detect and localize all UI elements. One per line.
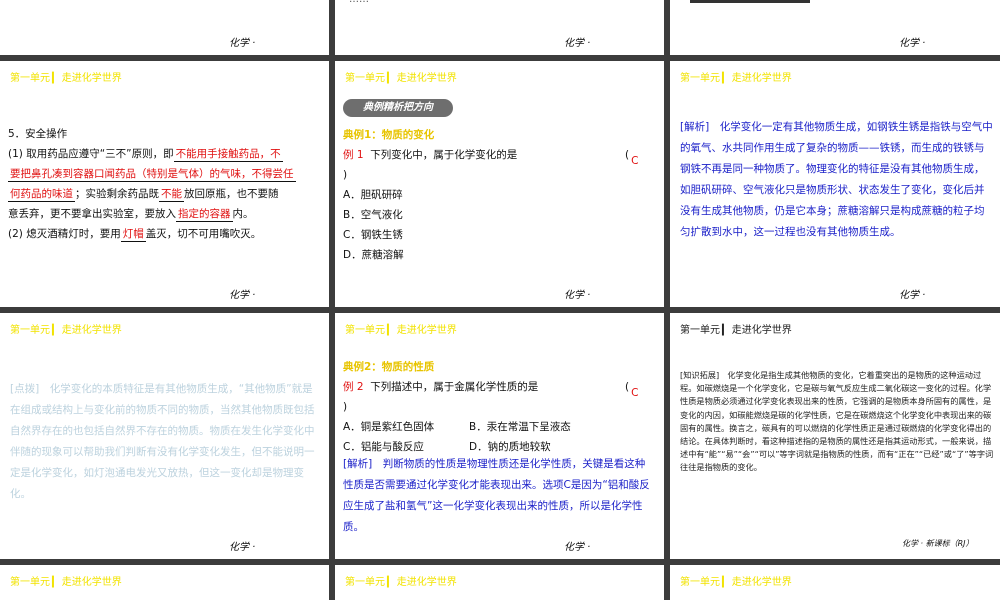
slide-analysis-1: 第一单元 ▎ 走进化学世界 [解析] 化学变化一定有其他物质生成，如钢铁生锈是指铁与… xyxy=(670,61,1000,307)
example-1-title: 典例1：物质的变化 xyxy=(343,129,435,141)
paren-close: ) xyxy=(343,169,348,181)
slide-header: 第一单元 ▎ 走进化学世界 xyxy=(10,577,122,588)
slide-header: 第一单元 ▎ 走进化学世界 xyxy=(680,73,792,84)
safety-line-4: 意丢弃，更不要拿出实验室，要放入 指定的容器 内。 xyxy=(8,208,254,222)
blank-3: 何药品的味道 xyxy=(8,188,75,202)
slide-header: 第一单元 ▎ 走进化学世界 xyxy=(345,325,457,336)
tip-text: [点拨] 化学变化的本质特征是有其他物质生成，“其他物质”就是在组成或结构上与变… xyxy=(10,383,315,500)
slide-header: 第一单元 ▎ 走进化学世界 xyxy=(680,325,792,336)
slide-knowledge-extension: 第一单元 ▎ 走进化学世界 [知识拓展] 化学变化是指生成其他物质的变化，它着重突出… xyxy=(670,313,1000,559)
safety-body: 5．安全操作 (1) 取用药品应遵守“三不”原则，即 不能用手接触药品，不 要把鼻… xyxy=(8,124,320,244)
blank-6: 灯帽 xyxy=(120,228,146,242)
partial-text: …… xyxy=(349,0,369,5)
option-a: A．铜是紫红色固体 xyxy=(343,421,435,433)
answer-c: C xyxy=(631,387,639,399)
option-b: B．汞在常温下呈液态 xyxy=(469,421,571,433)
safety-line-5: (2) 熄灭酒精灯时，要用 灯帽 盖灭，切不可用嘴吹灭。 xyxy=(8,228,262,242)
slide-footer: 化学 · xyxy=(899,38,926,49)
example-2-question: 例 2 下列描述中，属于金属化学性质的是 (C xyxy=(343,377,655,399)
blank-5: 指定的容器 xyxy=(176,208,233,222)
safety-line-1: (1) 取用药品应遵守“三不”原则，即 不能用手接触药品，不 xyxy=(8,148,283,162)
slide-header: 第一单元 ▎ 走进化学世界 xyxy=(10,325,122,336)
slide-footer: 化学 · xyxy=(229,38,256,49)
slide-bottom-right: 第一单元 ▎ 走进化学世界 xyxy=(670,565,1000,600)
slide-example-1: 第一单元 ▎ 走进化学世界 典例精析把方向 典例1：物质的变化 例 1 下列变化中，… xyxy=(335,61,664,307)
answer-c: C xyxy=(631,155,639,167)
options-row-1: A．铜是紫红色固体 B．汞在常温下呈液态 xyxy=(343,417,655,437)
slide-tip: 第一单元 ▎ 走进化学世界 [点拨] 化学变化的本质特征是有其他物质生成，“其他物质… xyxy=(0,313,329,559)
slide-header: 第一单元 ▎ 走进化学世界 xyxy=(345,73,457,84)
option-d: D．钠的质地较软 xyxy=(469,441,551,453)
example-1-question: 例 1 下列变化中，属于化学变化的是 (C xyxy=(343,145,655,167)
section-banner: 典例精析把方向 xyxy=(343,99,453,117)
safety-line-2: 要把鼻孔凑到容器口闻药品（特别是气体）的气味，不得尝任 xyxy=(8,164,320,184)
safety-title: 5．安全操作 xyxy=(8,128,68,140)
partial-rule xyxy=(690,0,810,3)
slide-footer: 化学 · 新课标（RJ） xyxy=(902,539,974,548)
option-c: C．钢铁生锈 xyxy=(343,229,403,241)
slide-header: 第一单元 ▎ 走进化学世界 xyxy=(345,577,457,588)
option-d: D．蔗糖溶解 xyxy=(343,249,404,261)
slide-footer: 化学 · xyxy=(229,542,256,553)
example-2-title: 典例2：物质的性质 xyxy=(343,361,435,373)
blank-2: 要把鼻孔凑到容器口闻药品（特别是气体）的气味，不得尝任 xyxy=(8,168,296,182)
analysis-2-text: [解析] 判断物质的性质是物理性质还是化学性质，关键是看这种性质是否需要通过化学… xyxy=(343,458,650,533)
option-b: B．空气液化 xyxy=(343,209,403,221)
slide-top-left: 化学 · xyxy=(0,0,329,55)
answer-paren: (C xyxy=(625,149,639,167)
slide-footer: 化学 · xyxy=(899,290,926,301)
slide-bottom-left: 第一单元 ▎ 走进化学世界 xyxy=(0,565,329,600)
slide-header: 第一单元 ▎ 走进化学世界 xyxy=(10,73,122,84)
slide-top-middle: …… 化学 · xyxy=(335,0,664,55)
slide-footer: 化学 · xyxy=(564,542,591,553)
example-2-body: 典例2：物质的性质 例 2 下列描述中，属于金属化学性质的是 (C ) A．铜是… xyxy=(343,357,655,538)
slide-bottom-middle: 第一单元 ▎ 走进化学世界 xyxy=(335,565,664,600)
slide-example-2: 第一单元 ▎ 走进化学世界 典例2：物质的性质 例 2 下列描述中，属于金属化学性质… xyxy=(335,313,664,559)
slide-footer: 化学 · xyxy=(229,290,256,301)
example-1-body: 典例1：物质的变化 例 1 下列变化中，属于化学变化的是 (C ) A．胆矾研碎… xyxy=(343,125,655,265)
safety-line-3: 何药品的味道 ；实验剩余药品既 不能 放回原瓶，也不要随 xyxy=(8,188,279,202)
slide-top-right: 化学 · xyxy=(670,0,1000,55)
analysis-1-text: [解析] 化学变化一定有其他物质生成，如钢铁生锈是指铁与空气中的氧气、水共同作用… xyxy=(680,121,993,238)
answer-paren: (C xyxy=(625,381,639,399)
slide-footer: 化学 · xyxy=(564,38,591,49)
option-a: A．胆矾研碎 xyxy=(343,189,403,201)
slide-footer: 化学 · xyxy=(564,290,591,301)
slide-safety-operations: 第一单元 ▎ 走进化学世界 5．安全操作 (1) 取用药品应遵守“三不”原则，即 不能… xyxy=(0,61,329,307)
knowledge-extension-text: [知识拓展] 化学变化是指生成其他物质的变化，它着重突出的是物质的这种运动过程。… xyxy=(680,370,994,473)
paren-close: ) xyxy=(343,401,348,413)
blank-4: 不能 xyxy=(159,188,184,202)
blank-1: 不能用手接触药品，不 xyxy=(173,148,283,162)
slide-header: 第一单元 ▎ 走进化学世界 xyxy=(680,577,792,588)
